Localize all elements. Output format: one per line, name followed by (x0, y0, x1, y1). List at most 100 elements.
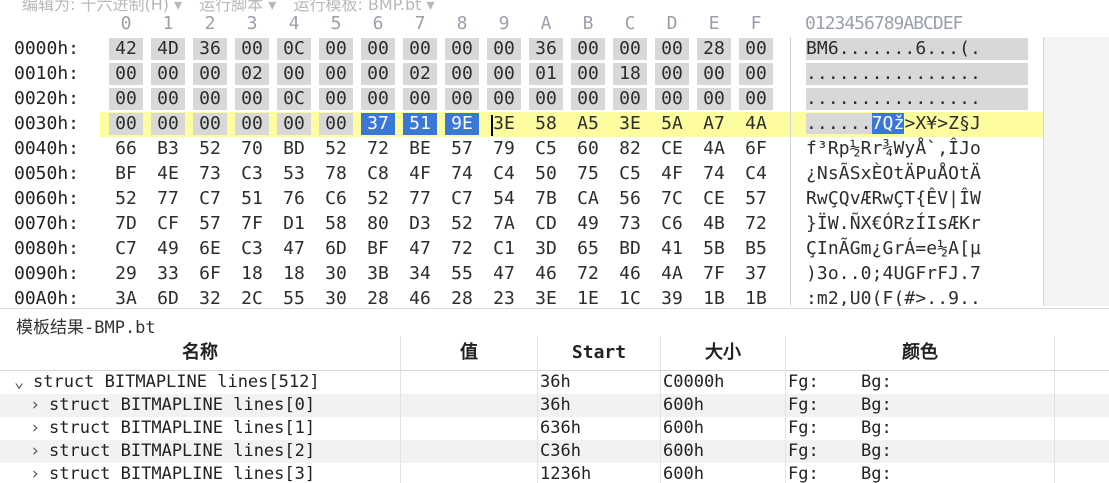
hex-row[interactable]: 0020h: 00 00 00 00 0C 00 00 00 00 00 00 00 00 00 00 00..… (0, 87, 1109, 112)
hex-byte[interactable]: 39 (655, 288, 689, 306)
expand-chevron-icon[interactable]: › (30, 417, 40, 440)
hex-byte[interactable]: BE (403, 138, 437, 160)
ascii-text[interactable]: ÇInÃGm¿GrÁ=e½A[µ (806, 238, 981, 260)
hex-byte[interactable]: 6F (193, 263, 227, 285)
hex-byte[interactable]: 00 (697, 63, 731, 85)
hex-byte[interactable]: 37 (361, 113, 395, 135)
hex-editor-grid[interactable]: 0000h: 42 4D 36 00 0C 00 00 00 00 00 36 00 00 00 28 00 BM… (0, 37, 1109, 306)
hex-byte[interactable]: C6 (655, 213, 689, 235)
hex-byte[interactable]: 00 (655, 63, 689, 85)
hex-byte[interactable]: 00 (487, 88, 521, 110)
hex-byte[interactable]: 4E (151, 163, 185, 185)
hex-byte[interactable]: 00 (613, 38, 647, 60)
hex-byte[interactable]: 73 (193, 163, 227, 185)
hex-byte[interactable]: 00 (403, 88, 437, 110)
hex-byte[interactable]: C7 (193, 188, 227, 210)
hex-row[interactable]: 0080h: C7 49 6E C3 47 6D BF 47 72 C1 3D 65 BD 41 5B B5 ÇI… (0, 237, 1109, 262)
hex-byte[interactable]: 55 (445, 263, 479, 285)
expand-chevron-icon[interactable]: › (30, 394, 40, 417)
hex-byte[interactable]: 18 (277, 263, 311, 285)
hex-byte[interactable]: 00 (151, 63, 185, 85)
hex-byte[interactable]: 7D (109, 213, 143, 235)
hex-byte[interactable]: 18 (235, 263, 269, 285)
hex-byte[interactable]: A7 (697, 113, 731, 135)
hex-byte[interactable]: 72 (445, 238, 479, 260)
ascii-text[interactable]: )3o..0;4UGFrFJ.7 (806, 263, 981, 285)
hex-byte[interactable]: A5 (571, 113, 605, 135)
hex-byte[interactable]: 47 (403, 238, 437, 260)
hex-byte[interactable]: 00 (109, 63, 143, 85)
hex-byte[interactable]: 7C (655, 188, 689, 210)
hex-byte[interactable]: 4F (403, 163, 437, 185)
hex-byte[interactable]: BD (613, 238, 647, 260)
hex-byte[interactable]: 6D (319, 238, 353, 260)
ascii-text[interactable]: :m2,U0(F(#>..9.. (806, 288, 981, 306)
hex-byte[interactable]: 55 (277, 288, 311, 306)
hex-byte[interactable]: C7 (109, 238, 143, 260)
hex-byte[interactable]: 73 (613, 213, 647, 235)
hex-byte[interactable]: 00 (235, 38, 269, 60)
hex-byte[interactable]: 4A (697, 138, 731, 160)
hex-byte[interactable]: 00 (403, 38, 437, 60)
hex-byte[interactable]: 56 (613, 188, 647, 210)
hex-byte[interactable]: 00 (193, 113, 227, 135)
hex-byte[interactable]: 30 (319, 263, 353, 285)
column-header-name[interactable]: 名称 (0, 336, 401, 370)
hex-byte[interactable]: B3 (151, 138, 185, 160)
hex-byte[interactable]: 00 (571, 38, 605, 60)
ascii-text[interactable]: BM6.......6...(. (806, 38, 1028, 60)
hex-byte[interactable]: 1B (697, 288, 731, 306)
ascii-text[interactable]: }ÏW.ÑX€ÓRzÍIsÆKr (806, 213, 981, 235)
ascii-text[interactable]: ................ (806, 63, 1028, 85)
template-row[interactable]: › struct BITMAPLINE lines[3] 1236h 600h Fg: B… (0, 463, 1109, 483)
hex-byte[interactable]: B5 (739, 238, 773, 260)
hex-byte[interactable]: 51 (403, 113, 437, 135)
hex-byte[interactable]: CD (529, 213, 563, 235)
hex-row[interactable]: 0030h: 00 00 00 00 00 00 37 51 9E 3E 58 A5 3E 5A A7 4A..… (0, 112, 1109, 137)
hex-byte[interactable]: 34 (403, 263, 437, 285)
hex-byte[interactable]: 7F (235, 213, 269, 235)
hex-byte[interactable]: 00 (529, 88, 563, 110)
hex-byte[interactable]: 72 (571, 263, 605, 285)
hex-byte[interactable]: 4B (697, 213, 731, 235)
hex-byte[interactable]: 4A (739, 113, 773, 135)
hex-byte[interactable]: 60 (571, 138, 605, 160)
hex-row[interactable]: 0040h: 66 B3 52 70 BD 52 72 BE 57 79 C5 60 82 CE 4A 6F f³… (0, 137, 1109, 162)
hex-byte[interactable]: 00 (319, 88, 353, 110)
hex-byte[interactable]: 00 (361, 88, 395, 110)
hex-byte[interactable]: 49 (151, 238, 185, 260)
hex-byte[interactable]: 28 (361, 288, 395, 306)
hex-byte[interactable]: 65 (571, 238, 605, 260)
hex-byte[interactable]: 3B (361, 263, 395, 285)
hex-byte[interactable]: 32 (193, 288, 227, 306)
hex-byte[interactable]: 76 (277, 188, 311, 210)
hex-byte[interactable]: 1E (571, 288, 605, 306)
hex-byte[interactable]: 2C (235, 288, 269, 306)
hex-byte[interactable]: 70 (235, 138, 269, 160)
hex-byte[interactable]: 00 (739, 63, 773, 85)
hex-byte[interactable]: 46 (613, 263, 647, 285)
hex-byte[interactable]: 00 (277, 63, 311, 85)
hex-byte[interactable]: 6D (151, 288, 185, 306)
hex-byte[interactable]: 00 (655, 38, 689, 60)
hex-byte[interactable]: 00 (571, 88, 605, 110)
hex-byte[interactable]: 00 (193, 63, 227, 85)
hex-byte[interactable]: 18 (613, 63, 647, 85)
hex-byte[interactable]: 36 (529, 38, 563, 60)
hex-byte[interactable]: 9E (445, 113, 479, 135)
hex-byte[interactable]: 00 (571, 63, 605, 85)
hex-byte[interactable]: 00 (151, 113, 185, 135)
hex-byte[interactable]: 80 (361, 213, 395, 235)
hex-byte[interactable]: 3A (109, 288, 143, 306)
hex-byte[interactable]: 00 (319, 63, 353, 85)
hex-byte[interactable]: 00 (109, 88, 143, 110)
hex-byte[interactable]: 36 (193, 38, 227, 60)
hex-row[interactable]: 0010h: 00 00 00 02 00 00 00 02 00 00 01 00 18 00 00 00..… (0, 62, 1109, 87)
hex-byte[interactable]: 82 (613, 138, 647, 160)
hex-byte[interactable]: 28 (697, 38, 731, 60)
template-row[interactable]: › struct BITMAPLINE lines[0] 36h 600h Fg: Bg: (0, 394, 1109, 417)
hex-byte[interactable]: 7A (487, 213, 521, 235)
hex-byte[interactable]: C4 (739, 163, 773, 185)
hex-byte[interactable]: 78 (319, 163, 353, 185)
hex-byte[interactable]: 02 (403, 63, 437, 85)
